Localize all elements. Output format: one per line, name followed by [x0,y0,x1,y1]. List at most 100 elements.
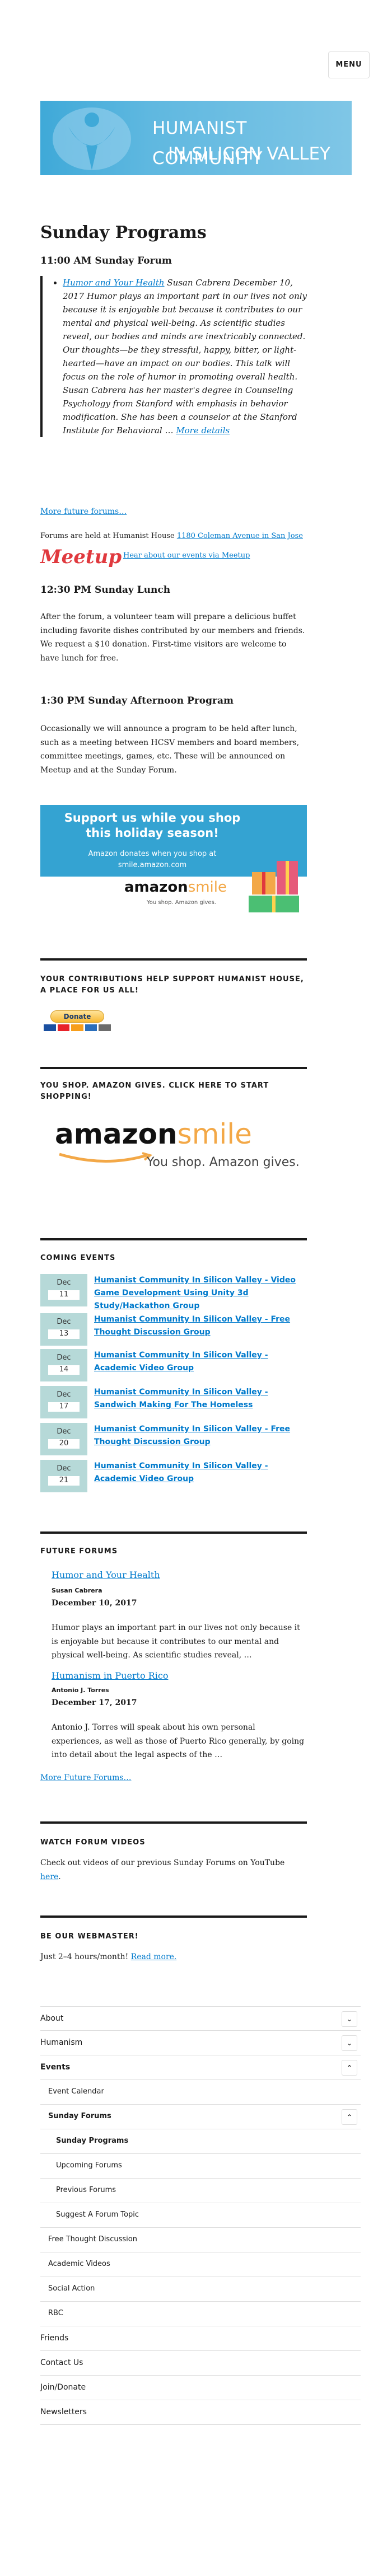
nav-item-sunday-programs[interactable]: Sunday Programs [40,2129,361,2154]
amazon-holiday-banner[interactable]: Support us while you shop this holiday s… [40,805,307,916]
nav-item-rbc[interactable]: RBC [40,2302,361,2326]
nav-item-social-action[interactable]: Social Action [40,2277,361,2302]
meetup-logo[interactable]: Meetup [40,547,122,566]
webmaster-text: Just 2–4 hours/month! Read more. [40,1952,177,1961]
afternoon-heading: 1:30 PM Sunday Afternoon Program [40,695,234,706]
banner-tagline: You shop. Amazon gives. [147,900,216,906]
event-day: 13 [48,1329,80,1339]
nav-item-newsletters[interactable]: Newsletters [40,2400,361,2425]
gift-boxes-icon [249,861,299,912]
videos-text: Check out videos of our previous Sunday … [40,1858,285,1881]
meetup-link[interactable]: Hear about our events via Meetup [123,550,308,563]
future-forums-heading: FUTURE FORUMS [40,1547,118,1556]
event-item[interactable]: Dec 21 Humanist Community In Silicon Vall… [40,1460,307,1492]
event-title-link[interactable]: Humanist Community In Silicon Valley - F… [94,1423,307,1449]
widget-divider [40,1238,307,1240]
event-item[interactable]: Dec 11 Humanist Community In Silicon Vall… [40,1274,307,1310]
nav-item-academic-videos[interactable]: Academic Videos [40,2252,361,2277]
event-item[interactable]: Dec 14 Humanist Community In Silicon Vall… [40,1349,307,1381]
chevron-down-icon[interactable]: ⌄ [342,2011,357,2027]
event-month: Dec [57,1318,71,1326]
nav-item-previous-forums[interactable]: Previous Forums [40,2179,361,2203]
nav-item-about[interactable]: About ⌄ [40,2006,361,2031]
event-date: Dec 11 [40,1274,87,1306]
more-future-forums-link[interactable]: More future forums… [40,505,307,519]
nav-item-event-calendar[interactable]: Event Calendar [40,2080,361,2105]
videos-heading: WATCH FORUM VIDEOS [40,1838,146,1847]
location-link[interactable]: 1180 Coleman Avenue in San Jose [177,532,303,540]
page: MENU HUMANIST COMMUNITY IN SILICON VALLE… [0,0,392,2576]
chevron-up-icon[interactable]: ⌃ [342,2109,357,2125]
nav-item-upcoming-forums[interactable]: Upcoming Forums [40,2154,361,2179]
nav-item-humanism[interactable]: Humanism ⌄ [40,2031,361,2055]
event-date: Dec 20 [40,1423,87,1455]
contributions-heading: YOUR CONTRIBUTIONS HELP SUPPORT HUMANIST… [40,975,304,995]
event-title-link[interactable]: Humanist Community In Silicon Valley - A… [94,1460,307,1486]
widget-divider [40,1915,307,1918]
menu-button[interactable]: MENU [328,51,370,78]
event-title-link[interactable]: Humanist Community In Silicon Valley - F… [94,1313,307,1339]
page-title: Sunday Programs [40,223,207,242]
event-day: 21 [48,1476,80,1486]
banner-subtext: Amazon donates when you shop at smile.am… [52,849,253,870]
webmaster-heading: BE OUR WEBMASTER! [40,1932,139,1941]
afternoon-text: Occasionally we will announce a program … [40,724,300,775]
banner-headline: Support us while you shop this holiday s… [52,811,253,841]
event-day: 20 [48,1439,80,1449]
banner-headline-line2: this holiday season! [86,826,219,840]
event-month: Dec [57,1353,71,1362]
event-item[interactable]: Dec 13 Humanist Community In Silicon Vall… [40,1313,307,1346]
forum-heading: 11:00 AM Sunday Forum [40,255,172,266]
more-future-forums-link[interactable]: More Future Forums… [40,1771,132,1785]
chevron-down-icon[interactable]: ⌄ [342,2035,357,2051]
event-item[interactable]: Dec 20 Humanist Community In Silicon Vall… [40,1423,307,1455]
event-month: Dec [57,1427,71,1436]
nav-item-events[interactable]: Events ⌃ [40,2055,361,2080]
future-forum-speaker: Antonio J. Torres [52,1687,109,1694]
banner-subtext-line2: smile.amazon.com [118,860,187,869]
nav-item-friends[interactable]: Friends [40,2326,361,2351]
payment-cards-icon [44,1024,111,1031]
paypal-donate-button[interactable]: Donate [50,1010,104,1023]
banner-title-line2: IN SILICON VALLEY [167,144,330,164]
event-month: Dec [57,1278,71,1287]
nav-item-join-donate[interactable]: Join/Donate [40,2376,361,2400]
more-details-link[interactable]: More details [176,425,230,435]
event-month: Dec [57,1390,71,1399]
lunch-text: After the forum, a volunteer team will p… [40,612,305,663]
amazon-logo-text: amazonsmile [55,1118,252,1150]
banner-headline-line1: Support us while you shop [64,811,241,825]
forums-location-prefix: Forums are held at Humanist House [40,532,177,540]
future-forum-date: December 17, 2017 [52,1698,137,1707]
future-forum-speaker: Susan Cabrera [52,1587,102,1594]
videos-link[interactable]: here [40,1872,58,1881]
forums-location: Forums are held at Humanist House 1180 C… [40,531,307,542]
amazon-smile-logo[interactable]: amazonsmile You shop. Amazon gives. [40,1117,307,1184]
future-forum-excerpt: Humor plays an important part in our liv… [52,1623,300,1660]
lunch-heading: 12:30 PM Sunday Lunch [40,584,171,596]
forum-item-link[interactable]: Humor and Your Health [63,278,165,288]
nav-item-suggest-topic[interactable]: Suggest A Forum Topic [40,2203,361,2228]
event-title-link[interactable]: Humanist Community In Silicon Valley - V… [94,1274,307,1313]
event-date: Dec 21 [40,1460,87,1492]
widget-divider [40,1531,307,1534]
event-date: Dec 17 [40,1386,87,1418]
nav-item-contact-us[interactable]: Contact Us [40,2351,361,2376]
event-title-link[interactable]: Humanist Community In Silicon Valley - S… [94,1386,307,1412]
chevron-up-icon[interactable]: ⌃ [342,2060,357,2076]
nav-item-sunday-forums[interactable]: Sunday Forums ⌃ [40,2105,361,2129]
event-date: Dec 13 [40,1313,87,1346]
future-forum-date: December 10, 2017 [52,1599,137,1608]
coming-events-heading: COMING EVENTS [40,1254,116,1262]
amazon-smile-arrow-icon [59,1152,152,1163]
future-forum-title-link[interactable]: Humor and Your Health [52,1567,160,1583]
event-date: Dec 14 [40,1349,87,1381]
webmaster-link[interactable]: Read more. [131,1952,177,1961]
event-title-link[interactable]: Humanist Community In Silicon Valley - A… [94,1349,307,1375]
future-forum-title-link[interactable]: Humanism in Puerto Rico [52,1668,168,1684]
widget-divider [40,1067,307,1069]
event-item[interactable]: Dec 17 Humanist Community In Silicon Vall… [40,1386,307,1418]
nav-item-free-thought[interactable]: Free Thought Discussion [40,2228,361,2252]
forum-item-text: Susan Cabrera December 10, 2017 Humor pl… [63,278,307,435]
site-banner[interactable]: HUMANIST COMMUNITY IN SILICON VALLEY [40,101,352,175]
